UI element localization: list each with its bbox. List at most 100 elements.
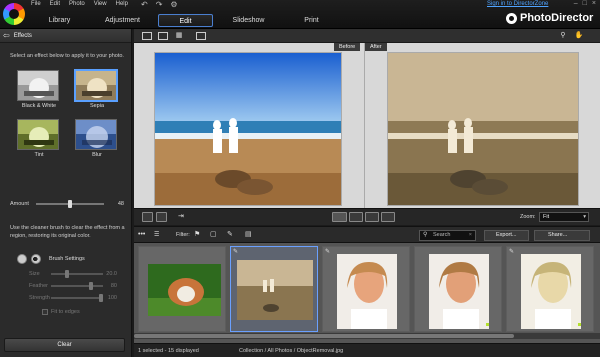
compare-mode-icon[interactable] [332, 212, 347, 222]
tab-edit[interactable]: Edit [158, 14, 213, 27]
feather-slider[interactable] [51, 282, 103, 290]
menu-photo[interactable]: Photo [69, 1, 85, 7]
amount-value: 48 [117, 201, 124, 207]
brand-name: PhotoDirector [520, 12, 594, 24]
viewer-toolbar: ⇥ Zoom: Fit [134, 208, 600, 225]
brush-tool-icon[interactable] [365, 212, 379, 222]
signin-link[interactable]: Sign in to DirectorZone [487, 1, 548, 7]
fit-to-edges-checkbox[interactable] [42, 309, 48, 315]
module-tabs: Library Adjustment Edit Slideshow Print [32, 14, 347, 27]
color-filter-icon[interactable]: ▢ [210, 231, 217, 239]
strength-control: Strength 100 [29, 294, 124, 302]
brush-settings-label: Brush Settings [49, 256, 85, 262]
size-value: 20.0 [106, 271, 117, 277]
strength-value: 100 [107, 295, 117, 301]
filmstrip-scroll-thumb[interactable] [134, 334, 514, 338]
thumbnail-woman-2[interactable] [414, 246, 502, 332]
current-file-path: Collection / All Photos / ObjectRemoval.… [239, 348, 344, 354]
effects-intro: Select an effect below to apply it to yo… [10, 53, 124, 59]
feather-slider-knob[interactable] [89, 282, 93, 290]
effect-sepia[interactable]: Sepia [75, 70, 119, 109]
status-bar: 1 selected - 15 displayed Collection / A… [134, 343, 600, 357]
strength-label: Strength [29, 295, 50, 301]
single-view-icon[interactable] [158, 32, 168, 40]
menu-help[interactable]: Help [116, 1, 128, 7]
tab-library[interactable]: Library [32, 14, 87, 27]
back-arrow-icon[interactable]: ⇦ [3, 31, 10, 40]
minimize-icon[interactable]: – [574, 0, 578, 7]
menu-edit[interactable]: Edit [50, 1, 60, 7]
size-slider-knob[interactable] [65, 270, 69, 278]
brush-settings-row: Brush Settings [17, 254, 85, 264]
list-view-icon[interactable]: ☰ [154, 231, 159, 239]
tab-adjustment[interactable]: Adjustment [95, 14, 150, 27]
dual-monitor-icon[interactable] [196, 32, 206, 40]
fit-to-edges-option[interactable]: Fit to edges [42, 309, 80, 315]
amount-slider-knob[interactable] [68, 200, 72, 208]
zoom-tool-icon[interactable]: ⚲ [558, 32, 568, 40]
after-label: After [365, 43, 387, 51]
effect-thumbnail [75, 70, 117, 101]
view-menu-icon[interactable]: ••• [138, 231, 145, 239]
share-button[interactable]: Share... [534, 230, 590, 241]
edited-pencil-icon: ✎ [325, 249, 331, 255]
before-photo[interactable] [154, 52, 342, 206]
side-by-side-layout-button[interactable] [156, 212, 167, 222]
photo-viewer: Before After [134, 43, 600, 208]
fit-to-edges-label: Fit to edges [51, 309, 80, 315]
panel-header: ⇦ Effects [0, 29, 131, 43]
clear-search-icon[interactable]: × [469, 231, 472, 240]
single-layout-button[interactable] [142, 212, 153, 222]
thumbnail-cat[interactable] [138, 246, 226, 332]
eraser-icon[interactable] [381, 212, 395, 222]
effect-thumbnail [17, 70, 59, 101]
window-controls: – □ × [574, 0, 596, 7]
settings-gear-icon[interactable]: ⚙ [170, 0, 177, 9]
export-view-icon[interactable]: ⇥ [178, 212, 190, 222]
export-button[interactable]: Export... [484, 230, 529, 241]
maximize-icon[interactable]: □ [583, 0, 587, 7]
thumbnail-woman-1[interactable]: ✎ [322, 246, 410, 332]
eraser-brush-icon[interactable] [31, 254, 41, 264]
view-toolbar: ▦ ⚲ ✋ [134, 29, 600, 43]
search-input[interactable]: Search ⚲ × [419, 230, 476, 241]
filter-bar: ••• ☰ Filter: ⚑ ▢ ✎ ▤ Search ⚲ × Export.… [134, 226, 600, 243]
brand-logo-icon [506, 12, 517, 24]
effect-blur[interactable]: Blur [75, 119, 119, 158]
effect-black-white[interactable]: Black & White [17, 70, 61, 109]
brand: PhotoDirector [506, 12, 593, 24]
filmstrip-scrollbar[interactable] [134, 333, 600, 339]
beach-image [237, 260, 313, 320]
filter-label: Filter: [176, 232, 190, 238]
edit-filter-icon[interactable]: ✎ [227, 231, 233, 239]
menu-bar: File Edit Photo View Help [31, 1, 128, 7]
redo-icon[interactable]: ↷ [156, 0, 163, 9]
thumbnail-woman-3[interactable]: ✎ [506, 246, 594, 332]
strength-slider[interactable] [51, 294, 103, 302]
undo-icon[interactable]: ↶ [141, 0, 148, 9]
clear-button[interactable]: Clear [4, 338, 125, 352]
thumbnail-beach[interactable]: ✎ [230, 246, 318, 332]
effect-tint[interactable]: Tint [17, 119, 61, 158]
after-photo[interactable] [387, 52, 579, 206]
close-icon[interactable]: × [592, 0, 596, 7]
before-after-divider[interactable] [364, 43, 365, 208]
zoom-select[interactable]: Fit [539, 212, 589, 222]
strength-slider-knob[interactable] [99, 294, 103, 302]
amount-slider[interactable] [36, 200, 104, 208]
contrast-icon[interactable] [349, 212, 363, 222]
menu-file[interactable]: File [31, 1, 41, 7]
cat-image [148, 264, 221, 316]
tab-print[interactable]: Print [284, 14, 339, 27]
compare-view-icon[interactable] [142, 32, 152, 40]
tag-filter-icon[interactable]: ▤ [245, 231, 252, 239]
grid-view-icon[interactable]: ▦ [174, 32, 184, 40]
hand-tool-icon[interactable]: ✋ [574, 32, 584, 40]
size-slider[interactable] [51, 270, 103, 278]
flag-filter-icon[interactable]: ⚑ [194, 231, 200, 239]
size-control: Size 20.0 [29, 270, 124, 278]
tab-slideshow[interactable]: Slideshow [221, 14, 276, 27]
amount-control: Amount 48 [10, 200, 124, 208]
brush-icon[interactable] [17, 254, 27, 264]
menu-view[interactable]: View [94, 1, 107, 7]
